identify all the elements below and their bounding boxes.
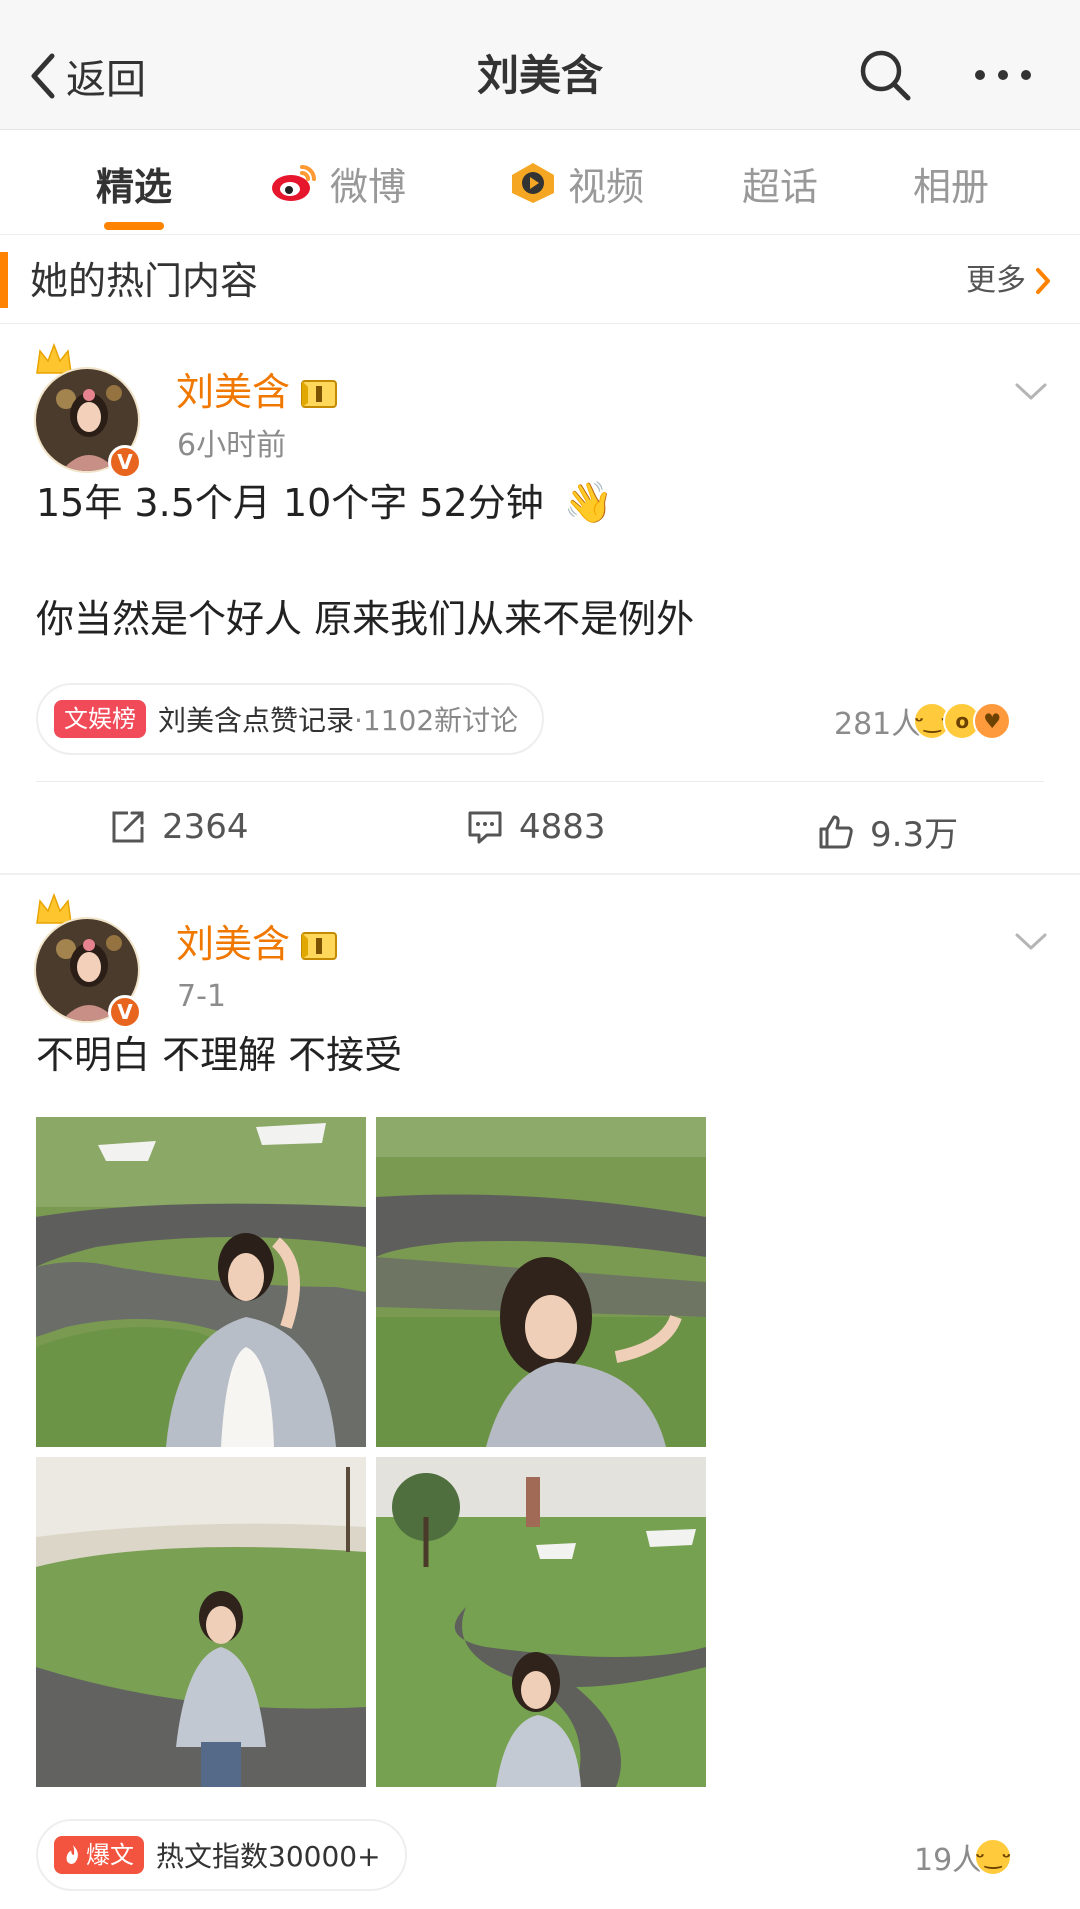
comment-count: 4883 xyxy=(519,807,606,847)
like-count: 9.3万 xyxy=(870,815,959,855)
photo-thumbnail[interactable] xyxy=(36,1457,366,1787)
hot-article-tag: 爆文 xyxy=(54,1836,144,1874)
comment-button[interactable]: 4883 xyxy=(465,807,606,847)
page-title: 刘美含 xyxy=(476,51,603,100)
reaction-count: 281人 xyxy=(834,707,922,742)
ranking-tag: 文娱榜 xyxy=(54,700,146,738)
tab-label: 精选 xyxy=(96,164,173,209)
more-options-icon[interactable] xyxy=(970,55,1036,95)
more-label: 更多 xyxy=(966,263,1026,298)
like-button[interactable]: 9.3万 xyxy=(816,807,958,856)
vip-badge-icon xyxy=(301,932,337,960)
topic-text: 刘美含点赞记录·1102新讨论 xyxy=(158,699,518,739)
hot-index-text: 热文指数30000+ xyxy=(156,1840,381,1873)
post-card: V 刘美含 6小时前 15年 3.5个月 10个字 52分钟 👋 你当然是个好人… xyxy=(0,325,1080,873)
chevron-right-icon xyxy=(1036,268,1050,294)
reactions-summary[interactable]: 19人 ᵕ‿ᵕ xyxy=(914,1835,1013,1879)
tab-featured[interactable]: 精选 xyxy=(96,157,172,209)
author-name[interactable]: 刘美含 xyxy=(176,367,290,417)
chevron-down-icon[interactable] xyxy=(1014,381,1048,403)
post-card: V 刘美含 7-1 不明白 不理解 不接受 爆文 热文指数30000+ 19人 … xyxy=(0,875,1080,1909)
section-title: 她的热门内容 xyxy=(30,259,259,303)
heart-eyes-emoji-icon: ♥ xyxy=(973,702,1012,740)
thumbs-up-icon xyxy=(819,815,853,848)
avatar[interactable]: V xyxy=(34,343,144,479)
post-time: 7-1 xyxy=(177,979,226,1014)
tab-label: 微博 xyxy=(330,164,407,209)
photo-thumbnail[interactable] xyxy=(376,1117,706,1447)
divider xyxy=(36,781,1044,782)
top-bar: 返回 刘美含 xyxy=(0,0,1080,130)
profile-tabs: 精选 微博 视频 超话 相册 xyxy=(0,131,1080,235)
reaction-count: 19人 xyxy=(914,1843,983,1878)
weibo-logo-icon xyxy=(272,165,316,201)
repost-count: 2364 xyxy=(162,807,249,847)
author-name[interactable]: 刘美含 xyxy=(176,919,290,969)
repost-icon xyxy=(112,811,144,843)
photo-thumbnail[interactable] xyxy=(376,1457,706,1787)
comment-icon xyxy=(468,811,502,844)
fire-icon xyxy=(66,1845,78,1864)
avatar[interactable]: V xyxy=(34,893,144,1029)
tab-label: 相册 xyxy=(913,164,990,209)
chevron-down-icon[interactable] xyxy=(1014,931,1048,953)
hot-article-label: 爆文 xyxy=(86,1841,134,1869)
search-icon[interactable] xyxy=(855,45,915,105)
post-text-line: 15年 3.5个月 10个字 52分钟 xyxy=(36,481,544,525)
section-accent-bar xyxy=(0,252,8,308)
more-link[interactable]: 更多 xyxy=(966,258,1054,304)
post-text: 15年 3.5个月 10个字 52分钟 👋 xyxy=(36,477,614,529)
verified-badge-icon: V xyxy=(108,445,142,479)
active-tab-indicator xyxy=(104,222,164,230)
repost-button[interactable]: 2364 xyxy=(108,807,249,847)
video-icon xyxy=(512,163,554,203)
tab-label: 超话 xyxy=(742,164,819,209)
waving-hand-emoji: 👋 xyxy=(563,480,614,526)
topic-discussion-count: ·1102新讨论 xyxy=(354,704,519,737)
tab-album[interactable]: 相册 xyxy=(913,157,989,209)
vip-badge-icon xyxy=(301,380,337,408)
topic-name: 刘美含点赞记录 xyxy=(158,704,355,737)
hot-article-pill[interactable]: 爆文 热文指数30000+ xyxy=(36,1819,407,1891)
photo-grid xyxy=(36,1117,706,1787)
verified-badge-icon: V xyxy=(108,995,142,1029)
tab-label: 视频 xyxy=(568,164,645,209)
post-text-line: 你当然是个好人 原来我们从来不是例外 xyxy=(36,597,695,641)
tab-video[interactable]: 视频 xyxy=(508,157,644,209)
topic-pill[interactable]: 文娱榜 刘美含点赞记录·1102新讨论 xyxy=(36,683,545,755)
photo-thumbnail[interactable] xyxy=(36,1117,366,1447)
tab-super-topic[interactable]: 超话 xyxy=(742,157,818,209)
hot-content-header: 她的热门内容 更多 xyxy=(0,236,1080,324)
laughing-emoji-icon: ᵕ‿ᵕ xyxy=(974,1838,1013,1876)
tab-weibo[interactable]: 微博 xyxy=(270,157,406,209)
post-text: 不明白 不理解 不接受 xyxy=(36,1033,403,1077)
post-time: 6小时前 xyxy=(177,428,287,463)
reactions-summary[interactable]: 281人 ᵕ‿ᵕ o ♥ xyxy=(834,699,1012,743)
